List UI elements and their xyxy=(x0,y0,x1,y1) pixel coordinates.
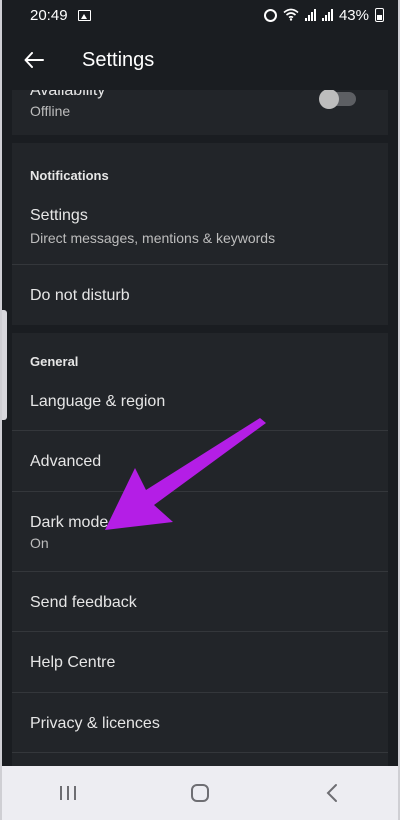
general-section-label: General xyxy=(30,354,79,369)
battery-icon xyxy=(375,8,384,22)
status-bar: 20:49 43% xyxy=(2,0,398,30)
page-title: Settings xyxy=(82,48,155,71)
home-button[interactable] xyxy=(170,773,230,813)
notification-settings-subtitle: Direct messages, mentions & keywords xyxy=(30,230,276,246)
alarm-icon xyxy=(263,8,277,22)
language-region-title: Language & region xyxy=(30,393,166,410)
advanced-row[interactable]: Advanced xyxy=(12,431,388,492)
send-feedback-title: Send feedback xyxy=(30,594,137,611)
app-bar: Settings xyxy=(2,30,398,90)
wifi-icon xyxy=(283,8,299,23)
privacy-licences-row[interactable]: Privacy & licences xyxy=(12,693,388,753)
availability-label: Availability xyxy=(30,90,106,99)
availability-toggle[interactable] xyxy=(319,90,356,109)
dark-mode-value: On xyxy=(30,535,49,551)
availability-value: Offline xyxy=(30,103,71,119)
back-button[interactable] xyxy=(302,773,362,813)
help-centre-row[interactable]: Help Centre xyxy=(12,632,388,693)
send-feedback-row[interactable]: Send feedback xyxy=(12,572,388,632)
privacy-licences-title: Privacy & licences xyxy=(30,715,160,732)
battery-percent: 43% xyxy=(338,6,369,24)
recent-apps-button[interactable] xyxy=(38,773,98,813)
dark-mode-row[interactable]: Dark mode On xyxy=(12,492,388,572)
settings-list[interactable]: Availability Offline Notifications Setti… xyxy=(2,90,398,766)
notification-settings-row[interactable]: Settings Direct messages, mentions & key… xyxy=(12,194,388,265)
notification-settings-title: Settings xyxy=(30,207,88,224)
dark-mode-title: Dark mode xyxy=(30,514,109,531)
gallery-notification-icon xyxy=(77,9,91,21)
status-time: 20:49 xyxy=(30,6,68,24)
help-centre-title: Help Centre xyxy=(30,654,116,671)
do-not-disturb-row[interactable]: Do not disturb xyxy=(12,265,388,325)
signal-icon-1 xyxy=(304,9,316,21)
toggle-knob xyxy=(319,90,339,109)
system-nav-bar xyxy=(2,766,398,820)
do-not-disturb-title: Do not disturb xyxy=(30,287,130,304)
availability-row[interactable]: Availability Offline xyxy=(12,90,388,135)
edge-panel-handle[interactable] xyxy=(2,310,7,420)
back-arrow-icon[interactable] xyxy=(22,48,46,72)
signal-icon-2 xyxy=(321,9,333,21)
language-region-row[interactable]: Language & region xyxy=(12,371,388,431)
phone-screen: 20:49 43% Settings Availability Offline xyxy=(0,0,400,820)
notifications-section-label: Notifications xyxy=(30,168,109,183)
advanced-title: Advanced xyxy=(30,453,102,470)
